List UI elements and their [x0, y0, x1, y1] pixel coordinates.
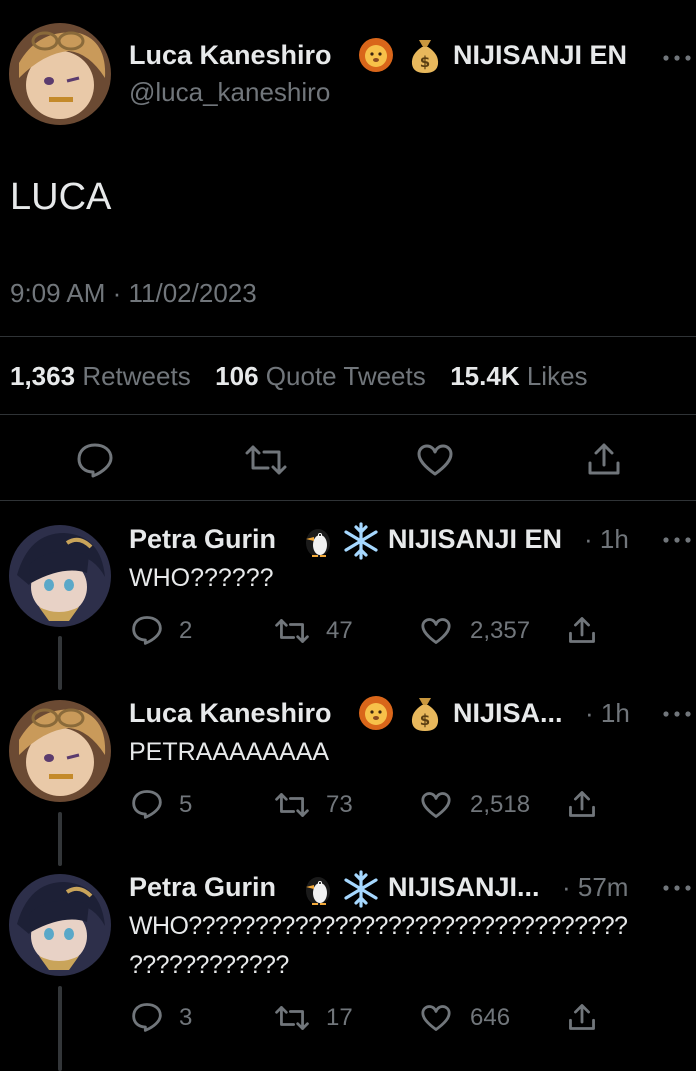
reply-affiliation-badge: NIJISANJI EN: [388, 524, 563, 554]
tweet-text: LUCA: [10, 176, 112, 218]
money-bag-emoji-icon: $: [409, 36, 441, 74]
like-count: 646: [470, 1004, 511, 1031]
more-icon[interactable]: [662, 884, 692, 892]
like-icon: [421, 618, 451, 644]
retweets-count: 1,363: [10, 361, 76, 391]
share-button[interactable]: [568, 789, 596, 819]
divider: [0, 500, 696, 501]
reply-text: WHO??????: [129, 564, 274, 592]
share-button[interactable]: [568, 615, 596, 645]
more-icon[interactable]: [662, 536, 692, 544]
affiliation-badge: NIJISANJI EN: [453, 40, 628, 70]
like-button[interactable]: [420, 617, 452, 645]
likes-label: Likes: [526, 361, 588, 391]
reply-time[interactable]: · 1h: [584, 524, 629, 555]
reply-text-continued: ????????????: [129, 951, 289, 979]
like-button[interactable]: [420, 791, 452, 819]
quotes-label: Quote Tweets: [265, 361, 426, 391]
avatar-luca[interactable]: [9, 23, 111, 125]
like-button[interactable]: [420, 1004, 452, 1032]
like-icon: [421, 1005, 451, 1031]
retweet-icon: [245, 445, 287, 475]
retweet-count: 17: [326, 1004, 353, 1031]
retweet-button[interactable]: [273, 1005, 311, 1031]
retweet-count: 47: [326, 617, 353, 644]
reply-icon: [77, 443, 113, 478]
reply-count: 5: [179, 791, 193, 818]
divider: [0, 414, 696, 415]
share-icon: [588, 443, 620, 475]
retweets-label: Retweets: [82, 361, 191, 391]
like-icon: [417, 444, 453, 476]
likes-count: 15.4K: [450, 361, 520, 391]
reply-time[interactable]: · 57m: [562, 872, 628, 903]
reply-affiliation-badge: NIJISANJI...: [388, 872, 540, 902]
retweets-stat[interactable]: 1,363 Retweets: [10, 361, 191, 391]
quotes-count: 106: [215, 361, 259, 391]
like-button[interactable]: [416, 443, 454, 477]
share-icon: [569, 617, 595, 643]
retweet-button[interactable]: [244, 444, 288, 476]
share-icon: [569, 1004, 595, 1030]
reply-icon: [132, 790, 162, 819]
reply-display-name[interactable]: Petra Gurin: [129, 872, 276, 903]
penguin-emoji-icon: [298, 871, 334, 907]
thread-line: [58, 812, 62, 866]
retweet-button[interactable]: [273, 792, 311, 818]
reply-display-name[interactable]: Petra Gurin: [129, 524, 276, 555]
share-button[interactable]: [587, 441, 621, 477]
avatar-luca[interactable]: [9, 700, 111, 802]
handle[interactable]: @luca_kaneshiro: [129, 77, 330, 108]
reply-text: PETRAAAAAAAA: [129, 738, 330, 766]
reply-time[interactable]: · 1h: [585, 698, 630, 729]
thread-line: [58, 986, 62, 1071]
snowflake-emoji-icon: [342, 870, 380, 908]
like-count: 2,518: [470, 791, 531, 818]
tweet-stats: 1,363 Retweets 106 Quote Tweets 15.4K Li…: [10, 361, 588, 392]
svg-text:$: $: [420, 53, 430, 71]
share-icon: [569, 791, 595, 817]
reply-display-name[interactable]: Luca Kaneshiro: [129, 698, 332, 729]
reply-count: 2: [179, 617, 193, 644]
lion-emoji-icon: [358, 695, 394, 731]
more-icon[interactable]: [662, 710, 692, 718]
like-icon: [421, 792, 451, 818]
svg-text:$: $: [420, 711, 430, 729]
avatar-petra[interactable]: [9, 525, 111, 627]
avatar-petra[interactable]: [9, 874, 111, 976]
retweet-button[interactable]: [273, 618, 311, 644]
reply-count: 3: [179, 1004, 193, 1031]
retweet-icon: [275, 619, 309, 643]
likes-stat[interactable]: 15.4K Likes: [450, 361, 587, 391]
thread-line: [58, 636, 62, 690]
reply-icon: [132, 1003, 162, 1032]
display-name[interactable]: Luca Kaneshiro: [129, 40, 332, 71]
snowflake-emoji-icon: [342, 522, 380, 560]
money-bag-emoji-icon: $: [409, 694, 441, 732]
reply-button[interactable]: [131, 1002, 163, 1032]
divider: [0, 336, 696, 337]
share-button[interactable]: [568, 1002, 596, 1032]
reply-button[interactable]: [76, 442, 114, 478]
more-icon[interactable]: [662, 54, 692, 62]
penguin-emoji-icon: [298, 523, 334, 559]
retweet-count: 73: [326, 791, 353, 818]
retweet-icon: [275, 793, 309, 817]
quotes-stat[interactable]: 106 Quote Tweets: [215, 361, 426, 391]
reply-button[interactable]: [131, 615, 163, 645]
reply-icon: [132, 616, 162, 645]
tweet-timestamp[interactable]: 9:09 AM · 11/02/2023: [10, 278, 257, 309]
like-count: 2,357: [470, 617, 531, 644]
reply-text: WHO?????????????????????????????????: [129, 912, 628, 940]
retweet-icon: [275, 1006, 309, 1030]
reply-affiliation-badge: NIJISA...: [453, 698, 563, 728]
lion-emoji-icon: [358, 37, 394, 73]
reply-button[interactable]: [131, 789, 163, 819]
